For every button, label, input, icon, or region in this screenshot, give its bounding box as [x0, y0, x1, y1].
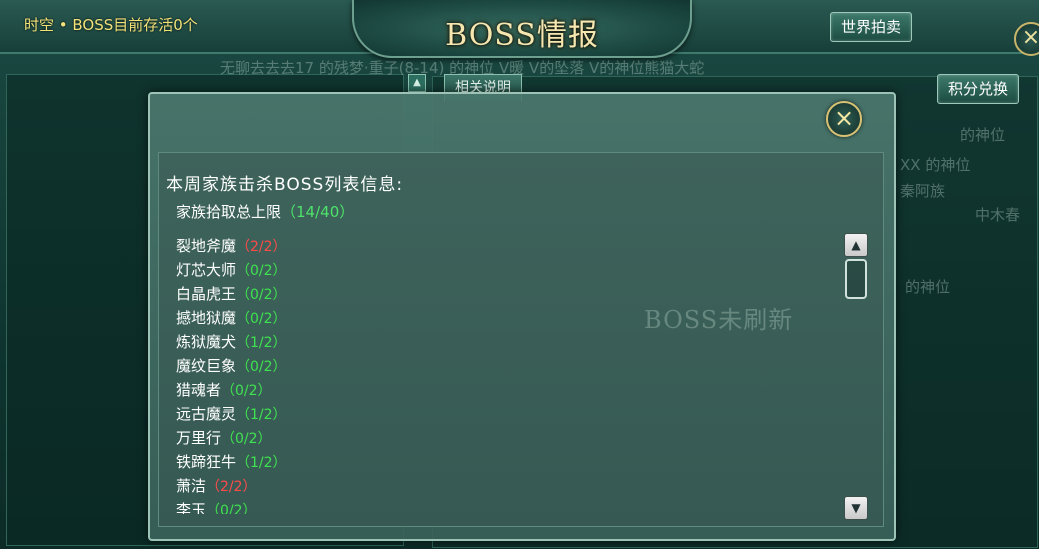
limit-label: 家族拾取总上限: [176, 203, 282, 221]
pickup-limit-row: 家族拾取总上限（14/40）: [176, 201, 354, 222]
boss-row: 灯芯大师（0/2）: [176, 258, 476, 282]
boss-name: 远古魔灵: [176, 405, 237, 423]
boss-name: 白晶虎王: [176, 285, 237, 303]
boss-row: 萧洁（2/2）: [176, 474, 476, 498]
background-text: XX 的神位: [900, 156, 971, 174]
boss-row: 裂地斧魔（2/2）: [176, 234, 476, 258]
boss-name: 魔纹巨象: [176, 357, 237, 375]
boss-row: 撼地狱魔（0/2）: [176, 306, 476, 330]
boss-name: 萧洁: [176, 477, 207, 495]
boss-name: 猎魂者: [176, 381, 222, 399]
boss-name: 万里行: [176, 429, 222, 447]
boss-kill-count: （2/2）: [206, 479, 257, 495]
boss-name: 炼狱魔犬: [176, 333, 237, 351]
boss-name: 裂地斧魔: [176, 237, 237, 255]
boss-kill-count: （0/2）: [236, 359, 287, 375]
dialog-close-button[interactable]: ×: [826, 101, 862, 137]
boss-kill-count: （2/2）: [236, 239, 287, 255]
boss-kill-count: （0/2）: [236, 287, 287, 303]
boss-not-spawned-watermark: BOSS未刷新: [644, 306, 794, 334]
boss-row: 远古魔灵（1/2）: [176, 402, 476, 426]
limit-value: （14/40）: [281, 203, 355, 221]
boss-kill-count: （0/2）: [236, 263, 287, 279]
boss-name: 撼地狱魔: [176, 309, 237, 327]
boss-list[interactable]: 裂地斧魔（2/2） 灯芯大师（0/2） 白晶虎王（0/2） 撼地狱魔（0/2） 炼狱魔犬…: [176, 234, 476, 514]
world-auction-button[interactable]: 世界拍卖: [830, 12, 913, 42]
boss-kill-count: （1/2）: [236, 335, 287, 351]
boss-row: 万里行（0/2）: [176, 426, 476, 450]
scrollbar-thumb[interactable]: [845, 259, 867, 299]
boss-row: 炼狱魔犬（1/2）: [176, 330, 476, 354]
scroll-down-icon[interactable]: ▼: [844, 496, 868, 520]
boss-kill-count: （0/2）: [221, 431, 272, 447]
background-text: 中木春: [975, 206, 1021, 224]
list-title: 本周家族击杀BOSS列表信息:: [166, 175, 404, 195]
boss-kill-count: （0/2）: [206, 503, 257, 514]
boss-row: 猎魂者（0/2）: [176, 378, 476, 402]
boss-name: 灯芯大师: [176, 261, 237, 279]
boss-name: 李玉: [176, 501, 207, 514]
boss-row: 铁蹄狂牛（1/2）: [176, 450, 476, 474]
window-title: BOSS情报: [445, 18, 599, 53]
title-plate: BOSS情报: [352, 0, 692, 58]
background-text: 秦阿族: [900, 182, 946, 200]
boss-kill-count: （0/2）: [221, 383, 272, 399]
boss-kill-count: （1/2）: [236, 455, 287, 471]
boss-row: 魔纹巨象（0/2）: [176, 354, 476, 378]
boss-row: 白晶虎王（0/2）: [176, 282, 476, 306]
boss-row: 李玉（0/2）: [176, 498, 476, 514]
background-text: 的神位: [905, 278, 951, 296]
background-text: 的神位: [960, 126, 1006, 144]
boss-name: 铁蹄狂牛: [176, 453, 237, 471]
scroll-up-icon[interactable]: ▲: [844, 233, 868, 257]
boss-kill-count: （1/2）: [236, 407, 287, 423]
boss-alive-status: 时空 • BOSS目前存活0个: [24, 16, 198, 34]
boss-kill-count: （0/2）: [236, 311, 287, 327]
points-exchange-button[interactable]: 积分兑换: [937, 74, 1020, 104]
